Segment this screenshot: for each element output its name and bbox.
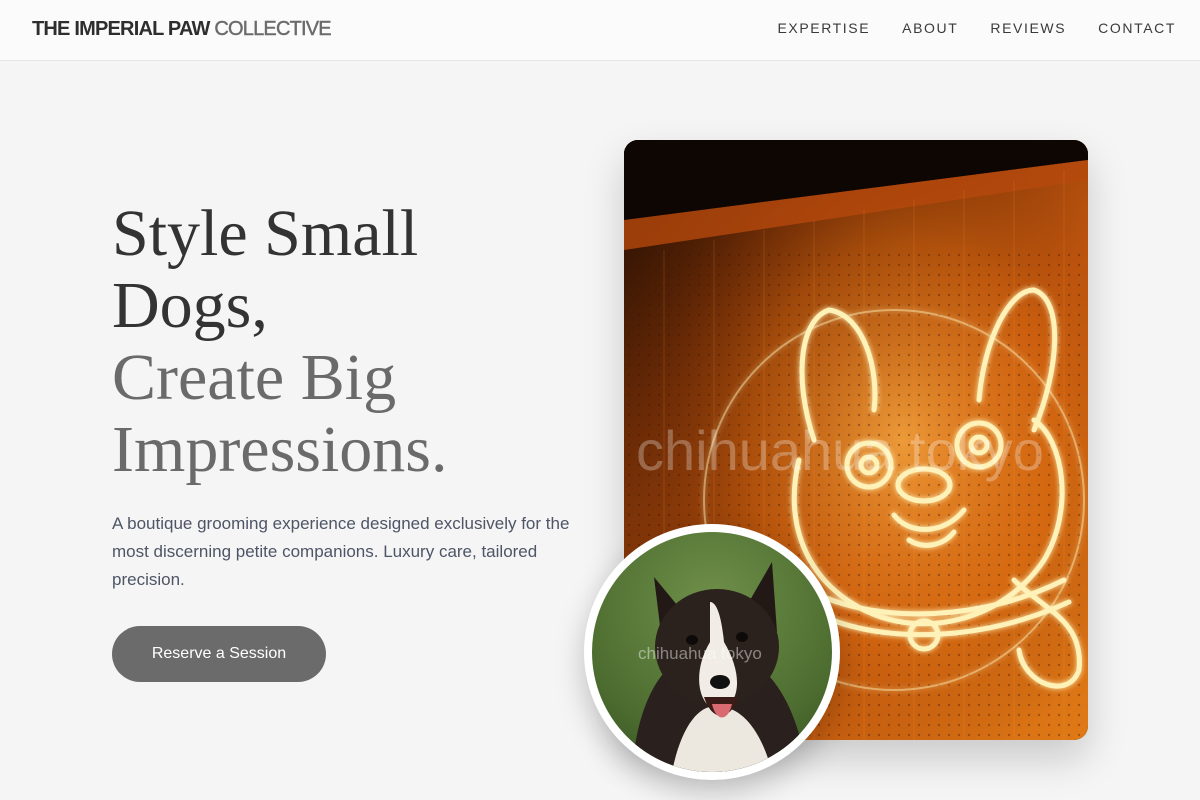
hero-title-line-4: Impressions. xyxy=(112,413,448,486)
hero-title-line-2: Dogs, xyxy=(112,269,268,342)
nav-link-about[interactable]: ABOUT xyxy=(902,20,958,36)
reserve-session-button[interactable]: Reserve a Session xyxy=(112,626,326,682)
brand-name-bold: THE IMPERIAL PAW xyxy=(32,18,210,40)
nav-link-contact[interactable]: CONTACT xyxy=(1098,20,1176,36)
site-header: THE IMPERIAL PAW COLLECTIVE EXPERTISE AB… xyxy=(0,0,1200,61)
brand-logo[interactable]: THE IMPERIAL PAW COLLECTIVE xyxy=(32,18,332,41)
inset-photo-frame xyxy=(584,524,840,780)
hero-title: Style Small Dogs, Create Big Impressions… xyxy=(112,198,582,486)
main-nav: EXPERTISE ABOUT REVIEWS CONTACT xyxy=(745,20,1176,36)
hero-title-line-3: Create Big xyxy=(112,341,397,414)
hero-title-line-1: Style Small xyxy=(112,197,419,270)
hero-description: A boutique grooming experience designed … xyxy=(112,514,570,589)
brand-name-light: COLLECTIVE xyxy=(214,18,332,40)
nav-link-expertise[interactable]: EXPERTISE xyxy=(777,20,870,36)
border-collie-illustration xyxy=(592,532,832,772)
nav-link-reviews[interactable]: REVIEWS xyxy=(990,20,1066,36)
inset-photo-border-collie xyxy=(592,532,832,772)
